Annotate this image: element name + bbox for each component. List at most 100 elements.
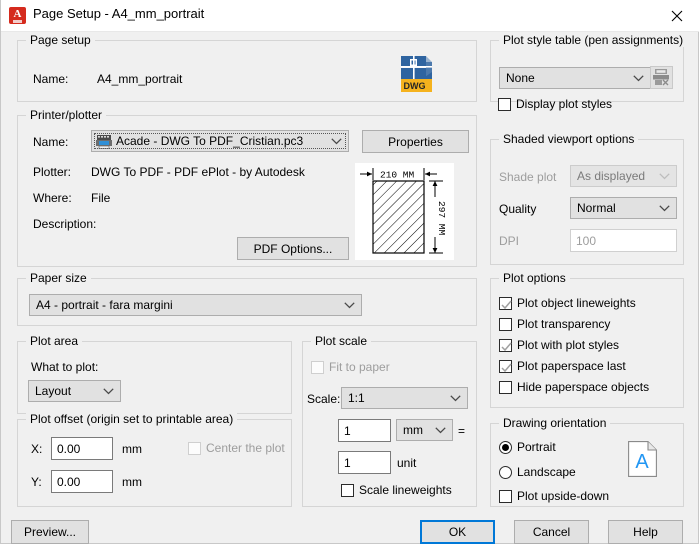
plotter-label: Plotter: <box>33 165 72 179</box>
chevron-down-icon[interactable] <box>628 68 650 88</box>
scale-lineweights-label: Scale lineweights <box>359 483 452 497</box>
shaded-viewport-group: Shaded viewport options Shade plot As di… <box>490 132 684 265</box>
plot-area-legend: Plot area <box>26 334 83 348</box>
dpi-input[interactable] <box>570 229 677 252</box>
plot-scale-group: Plot scale Fit to paper Scale: 1:1 mm = … <box>302 334 477 507</box>
quality-combobox[interactable]: Normal <box>570 197 677 219</box>
plot-style-editor-icon[interactable] <box>650 66 673 89</box>
chevron-down-icon[interactable] <box>326 131 348 151</box>
svg-text:A: A <box>635 451 649 473</box>
scale-unit-combobox[interactable]: mm <box>396 419 453 441</box>
portrait-label: Portrait <box>517 440 556 454</box>
printer-name-value: Acade - DWG To PDF_Cristian.pc3 <box>116 134 304 148</box>
shade-plot-combobox[interactable]: As displayed <box>570 165 677 187</box>
checkbox-box <box>499 318 512 331</box>
shade-plot-value: As displayed <box>577 169 646 183</box>
plot-with-plot-styles-label: Plot with plot styles <box>517 338 620 352</box>
display-plot-styles-label: Display plot styles <box>516 97 613 111</box>
dwg-file-icon: DWG <box>400 55 433 93</box>
what-to-plot-label: What to plot: <box>31 360 99 374</box>
scale-combobox[interactable]: 1:1 <box>341 387 468 409</box>
radio-dot <box>502 444 509 451</box>
offset-x-label: X: <box>31 442 43 456</box>
help-button[interactable]: Help <box>608 520 683 544</box>
center-the-plot-label: Center the plot <box>206 441 285 455</box>
description-label: Description: <box>33 217 97 231</box>
checkbox-box <box>499 490 512 503</box>
orientation-preview-icon: A <box>628 441 657 477</box>
plot-area-group: Plot area What to plot: Layout <box>17 334 292 414</box>
dpi-label: DPI <box>499 234 520 248</box>
scale-numerator-input[interactable] <box>338 419 391 442</box>
hide-paperspace-objects-label: Hide paperspace objects <box>517 380 650 394</box>
svg-text:297 MM: 297 MM <box>436 201 447 236</box>
offset-y-input[interactable] <box>51 470 113 493</box>
printer-name-combobox[interactable]: Acade - DWG To PDF_Cristian.pc3 <box>91 130 349 152</box>
checkbox-box <box>499 297 512 310</box>
scale-denominator-input[interactable] <box>338 451 391 474</box>
pdf-options-button[interactable]: PDF Options... <box>237 237 349 260</box>
chevron-down-icon <box>654 166 676 186</box>
plot-options-group: Plot options Plot object lineweights Plo… <box>490 271 684 408</box>
scale-value: 1:1 <box>348 391 365 405</box>
scale-denominator-unit: unit <box>397 456 417 470</box>
plotter-value: DWG To PDF - PDF ePlot - by Autodesk <box>91 165 305 179</box>
plot-style-table-combobox[interactable]: None <box>499 67 651 89</box>
check-icon <box>501 300 512 310</box>
scale-label: Scale: <box>307 392 341 406</box>
plot-offset-group: Plot offset (origin set to printable are… <box>17 412 292 507</box>
svg-text:210 MM: 210 MM <box>380 170 415 181</box>
shaded-viewport-legend: Shaded viewport options <box>499 132 639 146</box>
scale-unit-value: mm <box>403 423 423 437</box>
offset-x-input[interactable] <box>51 437 113 460</box>
what-to-plot-combobox[interactable]: Layout <box>28 380 121 402</box>
ok-button[interactable]: OK <box>420 520 495 544</box>
printer-plotter-legend: Printer/plotter <box>26 108 107 122</box>
quality-value: Normal <box>577 201 616 215</box>
check-icon <box>501 342 512 352</box>
quality-label: Quality <box>499 202 537 216</box>
chevron-down-icon[interactable] <box>654 198 676 218</box>
autocad-icon: A <box>9 7 26 24</box>
window-title: Page Setup - A4_mm_portrait <box>33 6 205 21</box>
preview-button[interactable]: Preview... <box>11 520 89 544</box>
plot-style-table-value: None <box>506 71 535 85</box>
plot-object-lineweights-label: Plot object lineweights <box>517 296 636 310</box>
plot-transparency-label: Plot transparency <box>517 317 611 331</box>
plot-scale-legend: Plot scale <box>311 334 372 348</box>
printer-icon <box>96 134 112 149</box>
close-icon[interactable] <box>654 0 699 30</box>
where-value: File <box>91 191 111 205</box>
radio-ring <box>499 466 512 479</box>
checkbox-box <box>188 442 201 455</box>
shade-plot-label: Shade plot <box>499 170 557 184</box>
plot-options-legend: Plot options <box>499 271 570 285</box>
paper-preview: 210 MM 297 MM <box>355 163 454 260</box>
chevron-down-icon[interactable] <box>339 295 361 315</box>
where-label: Where: <box>33 191 72 205</box>
landscape-label: Landscape <box>517 465 576 479</box>
page-setup-name-value: A4_mm_portrait <box>97 72 183 86</box>
plot-upside-down-label: Plot upside-down <box>517 489 610 503</box>
page-setup-dialog: A Page Setup - A4_mm_portrait Page setup… <box>0 0 699 544</box>
chevron-down-icon[interactable] <box>98 381 120 401</box>
cancel-button[interactable]: Cancel <box>514 520 589 544</box>
fit-to-paper-label: Fit to paper <box>329 360 390 374</box>
checkbox-box <box>499 360 512 373</box>
chevron-down-icon[interactable] <box>430 420 452 440</box>
chevron-down-icon[interactable] <box>445 388 467 408</box>
properties-button[interactable]: Properties <box>362 130 469 153</box>
what-to-plot-value: Layout <box>35 384 72 398</box>
checkbox-box <box>499 339 512 352</box>
checkbox-box <box>499 381 512 394</box>
plot-style-table-legend: Plot style table (pen assignments) <box>499 33 688 47</box>
drawing-orientation-legend: Drawing orientation <box>499 416 611 430</box>
title-bar: A Page Setup - A4_mm_portrait <box>1 0 699 32</box>
check-icon <box>501 363 512 373</box>
page-setup-name-label: Name: <box>33 72 69 86</box>
checkbox-box <box>341 484 354 497</box>
scale-equals-sign: = <box>458 424 466 438</box>
plot-offset-legend: Plot offset (origin set to printable are… <box>26 412 238 426</box>
paper-size-combobox[interactable]: A4 - portrait - fara margini <box>29 294 362 316</box>
paper-size-value: A4 - portrait - fara margini <box>36 298 173 312</box>
